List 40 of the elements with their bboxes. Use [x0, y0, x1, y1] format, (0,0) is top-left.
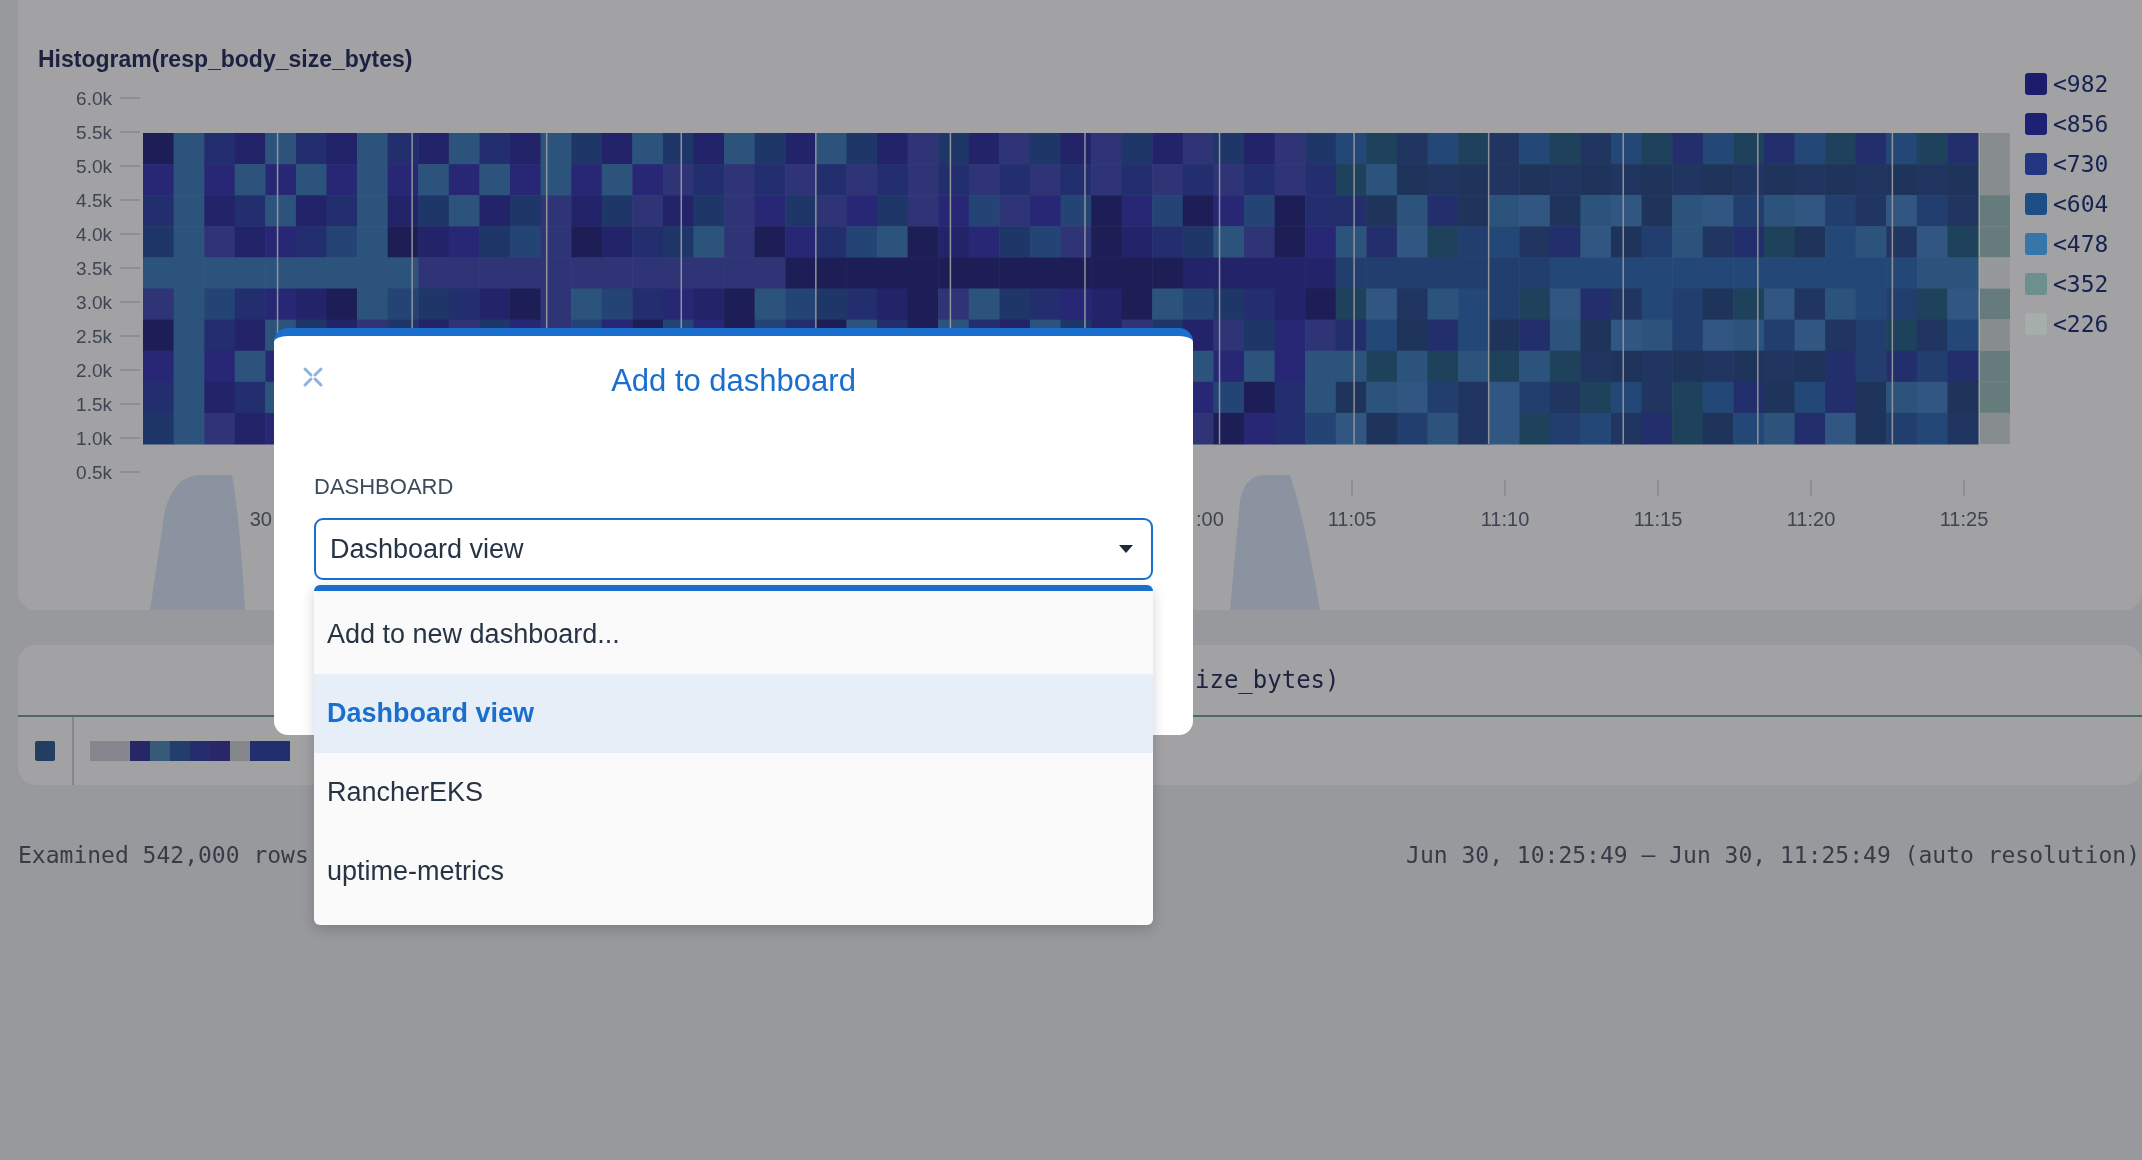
dropdown-option[interactable]: uptime-metrics	[314, 832, 1153, 911]
caret-icon	[1119, 545, 1133, 553]
x-axis-label: 11:15	[1633, 508, 1683, 530]
y-axis-label: 3.5k	[76, 258, 112, 279]
legend-label: <226	[2053, 311, 2109, 337]
dropdown-option[interactable]: Dashboard view	[314, 674, 1153, 753]
close-icon[interactable]	[302, 366, 324, 388]
color-square-icon	[35, 741, 55, 761]
y-axis-label: 0.5k	[76, 462, 112, 483]
x-axis-label: 30	[249, 508, 272, 530]
y-axis-label: 5.5k	[76, 122, 112, 143]
field-label: DASHBOARD	[314, 474, 455, 500]
y-axis-label: 3.0k	[76, 292, 112, 313]
legend-label: <856	[2053, 111, 2109, 137]
y-axis-label: 4.0k	[76, 224, 112, 245]
y-axis-label: 2.0k	[76, 360, 112, 381]
x-axis-label: 11:25	[1939, 508, 1989, 530]
x-axis-label: 11:20	[1786, 508, 1836, 530]
time-range-text: Jun 30, 10:25:49 — Jun 30, 11:25:49 (auto resolution)	[1406, 842, 2140, 868]
y-axis-label: 2.5k	[76, 326, 112, 347]
dropdown-option[interactable]: Add to new dashboard...	[314, 595, 1153, 674]
x-axis-label: :00	[1196, 508, 1224, 530]
rows-examined-text: Examined 542,000 rows	[18, 842, 309, 868]
legend-label: <730	[2053, 151, 2109, 177]
y-axis-label: 6.0k	[76, 88, 112, 109]
legend-label: <982	[2053, 71, 2109, 97]
legend-label: <352	[2053, 271, 2109, 297]
x-axis-label: 11:05	[1327, 508, 1377, 530]
chart-title: Histogram(resp_body_size_bytes)	[38, 46, 413, 72]
dropdown-option[interactable]: RancherEKS	[314, 753, 1153, 832]
y-axis-label: 1.0k	[76, 428, 112, 449]
y-axis-label: 4.5k	[76, 190, 112, 211]
y-axis-label: 1.5k	[76, 394, 112, 415]
y-axis-label: 5.0k	[76, 156, 112, 177]
x-axis-label: 11:10	[1480, 508, 1530, 530]
dialog-title: Add to dashboard	[611, 363, 856, 399]
legend-label: <478	[2053, 231, 2109, 257]
dashboard-select[interactable]: Dashboard view	[314, 518, 1153, 580]
legend-label: <604	[2053, 191, 2109, 217]
column-header: ize_bytes)	[1195, 666, 1340, 694]
